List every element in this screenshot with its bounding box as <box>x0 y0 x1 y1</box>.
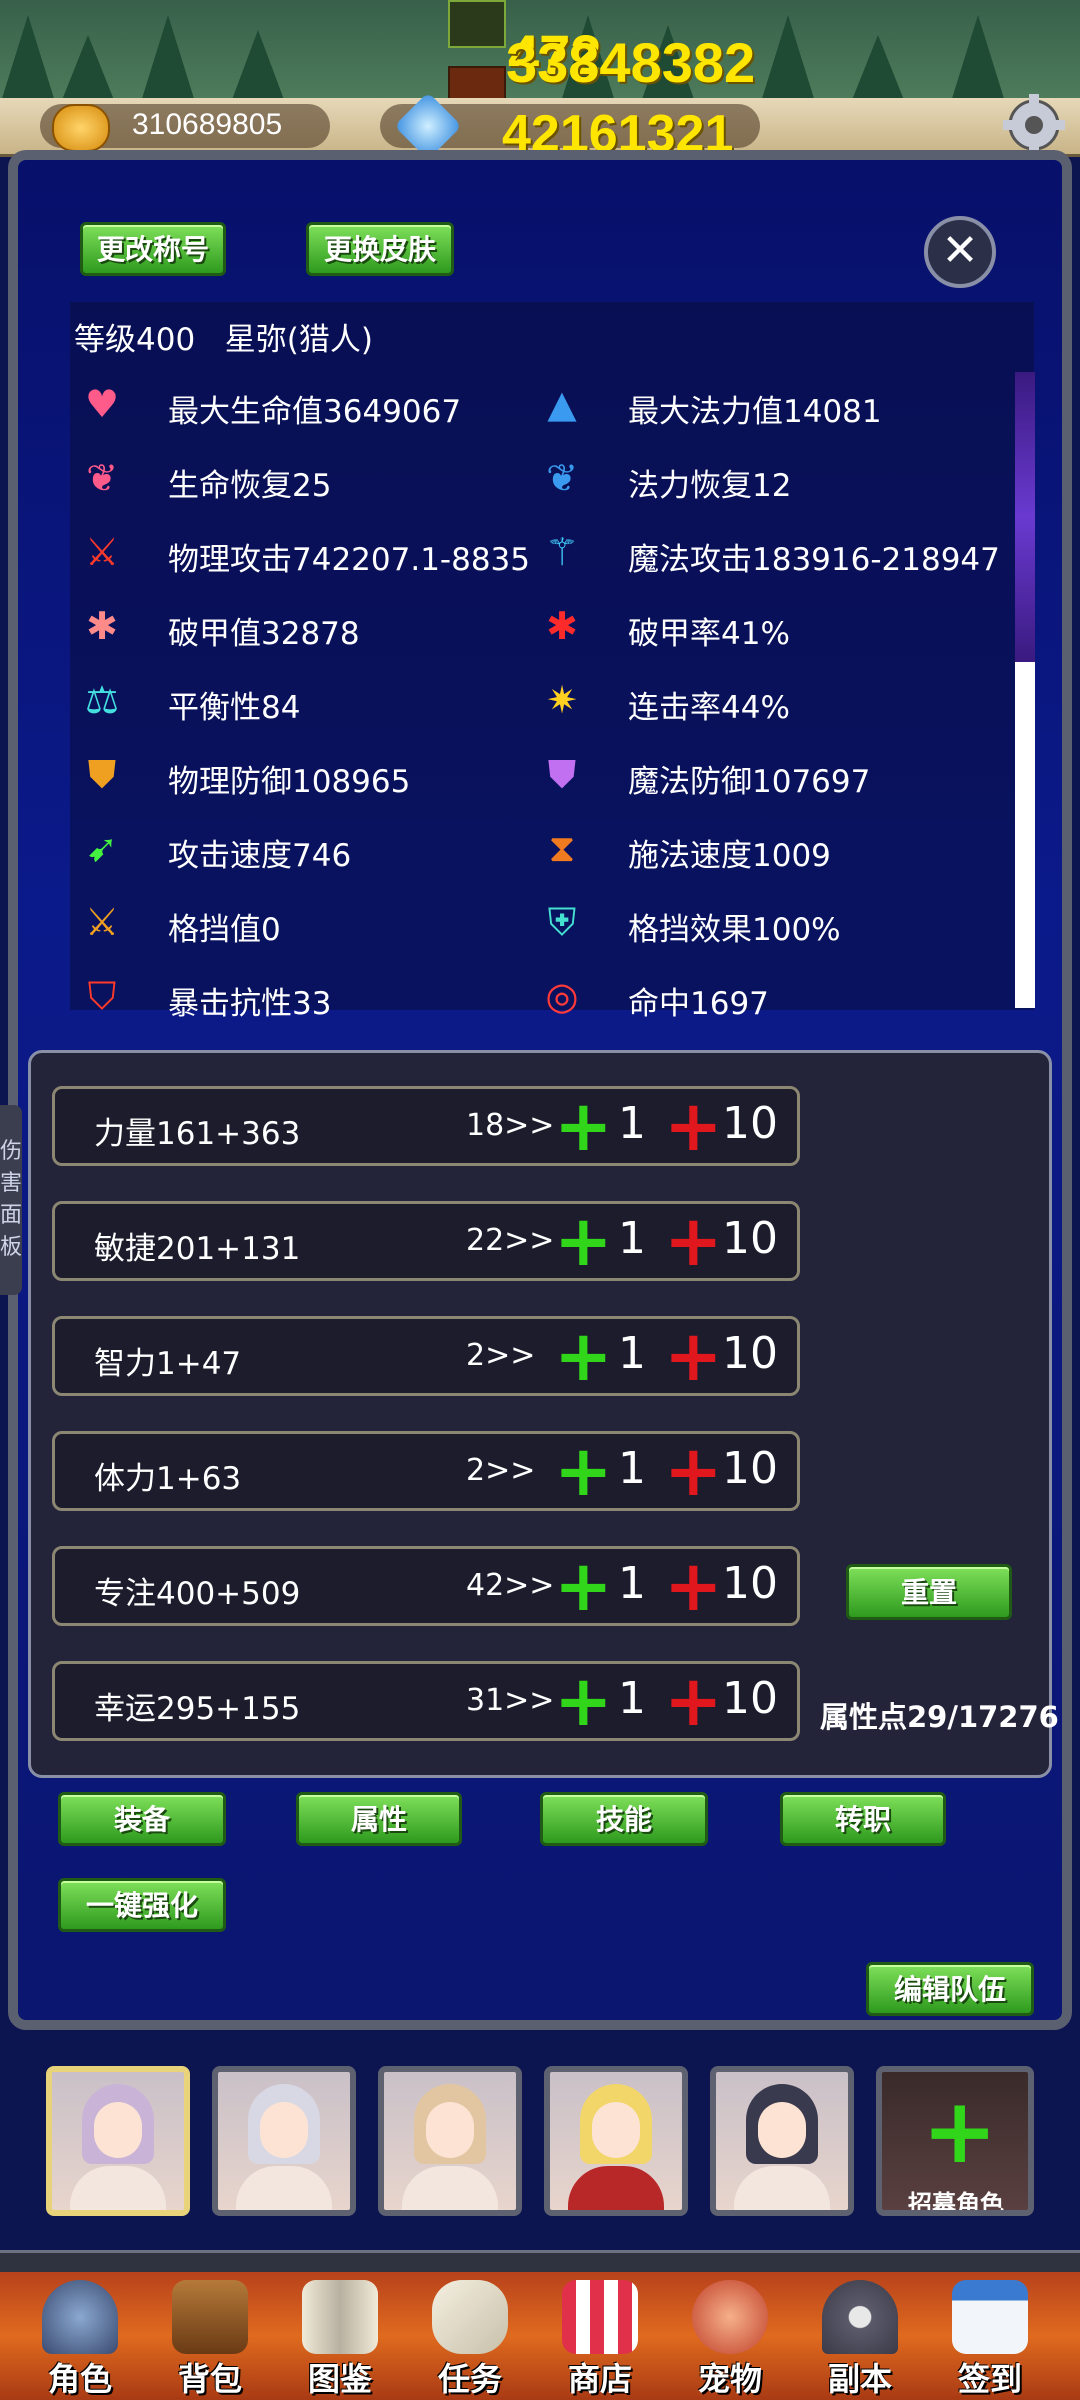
plus-10-button[interactable]: + <box>664 1206 723 1276</box>
reset-button[interactable]: 重置 <box>846 1564 1012 1620</box>
red-shield-icon: ⛉ <box>87 973 117 1018</box>
meat-icon <box>692 2280 768 2354</box>
equipment-slot-icon <box>448 0 506 48</box>
crossed-swords-shield-icon: ⚔ <box>84 900 120 944</box>
gold-amount: 310689805 <box>132 108 283 141</box>
calendar-icon <box>952 2280 1028 2354</box>
purple-shield-icon: ⛊ <box>547 751 577 796</box>
plus-1-button[interactable]: + <box>554 1551 613 1621</box>
plus-10-button[interactable]: + <box>664 1551 723 1621</box>
star-burst-icon: ✷ <box>546 678 578 722</box>
attribute-row-strength: 力量161+363 18>> + 1 + 10 <box>52 1076 800 1176</box>
plus-1-button[interactable]: + <box>554 1436 613 1506</box>
speed-icon: ➹ <box>86 826 118 870</box>
red-armor-icon: ✱ <box>546 604 578 648</box>
close-button[interactable]: ✕ <box>924 216 996 288</box>
attribute-points: 属性点29/17276 <box>820 1700 1059 1734</box>
plus-10-button[interactable]: + <box>664 1321 723 1391</box>
scales-icon: ⚖ <box>84 678 120 722</box>
stats-scrollbar-thumb[interactable] <box>1015 372 1035 662</box>
skull-gate-icon <box>822 2280 898 2354</box>
recruit-label: 招募角色 <box>908 2190 1004 2216</box>
skills-tab-button[interactable]: 技能 <box>540 1792 708 1846</box>
gear-icon[interactable] <box>998 92 1070 158</box>
one-click-enhance-button[interactable]: 一键强化 <box>58 1878 226 1932</box>
plus-10-button[interactable]: + <box>664 1436 723 1506</box>
change-skin-button[interactable]: 更换皮肤 <box>306 222 454 276</box>
plus-1-button[interactable]: + <box>554 1091 613 1161</box>
nav-codex[interactable]: 图鉴 <box>280 2280 400 2398</box>
class-change-tab-button[interactable]: 转职 <box>780 1792 946 1846</box>
backpack-icon <box>172 2280 248 2354</box>
attribute-row-focus: 专注400+509 42>> + 1 + 10 <box>52 1536 800 1636</box>
attribute-row-stamina: 体力1+63 2>> + 1 + 10 <box>52 1421 800 1521</box>
broken-armor-icon: ✱ <box>86 604 118 648</box>
damage-panel-tab[interactable]: 伤 害 面 板 <box>0 1105 22 1295</box>
plus-icon: + <box>922 2079 998 2184</box>
plus-1-button[interactable]: + <box>554 1666 613 1736</box>
plus-1-button[interactable]: + <box>554 1321 613 1391</box>
plus-1-button[interactable]: + <box>554 1206 613 1276</box>
character-portrait[interactable] <box>378 2066 522 2216</box>
nav-dungeon[interactable]: 副本 <box>800 2280 920 2398</box>
attribute-row-luck: 幸运295+155 31>> + 1 + 10 <box>52 1651 800 1751</box>
helmet-icon <box>42 2280 118 2354</box>
cyan-shield-icon: ⛨ <box>547 899 577 944</box>
nav-character[interactable]: 角色 <box>20 2280 140 2398</box>
plus-10-button[interactable]: + <box>664 1666 723 1736</box>
floating-number: 33848382 <box>506 31 756 94</box>
equip-tab-button[interactable]: 装备 <box>58 1792 226 1846</box>
attributes-tab-button[interactable]: 属性 <box>296 1792 462 1846</box>
nav-shop[interactable]: 商店 <box>540 2280 660 2398</box>
change-title-button[interactable]: 更改称号 <box>80 222 226 276</box>
character-portrait[interactable] <box>710 2066 854 2216</box>
orange-shield-icon: ⛊ <box>87 751 117 796</box>
target-icon: ◎ <box>545 974 579 1018</box>
nav-quests[interactable]: 任务 <box>410 2280 530 2398</box>
nav-pets[interactable]: 宠物 <box>670 2280 790 2398</box>
attribute-row-intelligence: 智力1+47 2>> + 1 + 10 <box>52 1306 800 1406</box>
hourglass-icon: ⧗ <box>548 825 576 870</box>
attribute-row-agility: 敏捷201+131 22>> + 1 + 10 <box>52 1191 800 1291</box>
gold-coin-icon <box>52 104 110 152</box>
nav-backpack[interactable]: 背包 <box>150 2280 270 2398</box>
mana-hands-icon: ❦ <box>546 456 578 500</box>
wand-icon: ⚚ <box>544 530 580 574</box>
wizard-hat-icon: ▲ <box>547 382 577 426</box>
currency-bar: 310689805 42161321 <box>0 92 1080 163</box>
recruit-character-slot[interactable]: + 招募角色 <box>876 2066 1034 2216</box>
character-summary: 等级400 星弥(猎人) <box>74 322 373 358</box>
edit-team-button[interactable]: 编辑队伍 <box>866 1962 1034 2016</box>
shop-icon <box>562 2280 638 2354</box>
sword-icon: ⚔ <box>84 530 120 574</box>
scroll-icon <box>432 2280 508 2354</box>
character-portrait[interactable] <box>212 2066 356 2216</box>
book-icon <box>302 2280 378 2354</box>
nav-checkin[interactable]: 签到 <box>930 2280 1050 2398</box>
heart-hands-icon: ❦ <box>86 456 118 500</box>
character-portrait[interactable] <box>544 2066 688 2216</box>
heart-icon: ♥ <box>84 382 120 426</box>
character-portrait-selected[interactable] <box>46 2066 190 2216</box>
plus-10-button[interactable]: + <box>664 1091 723 1161</box>
